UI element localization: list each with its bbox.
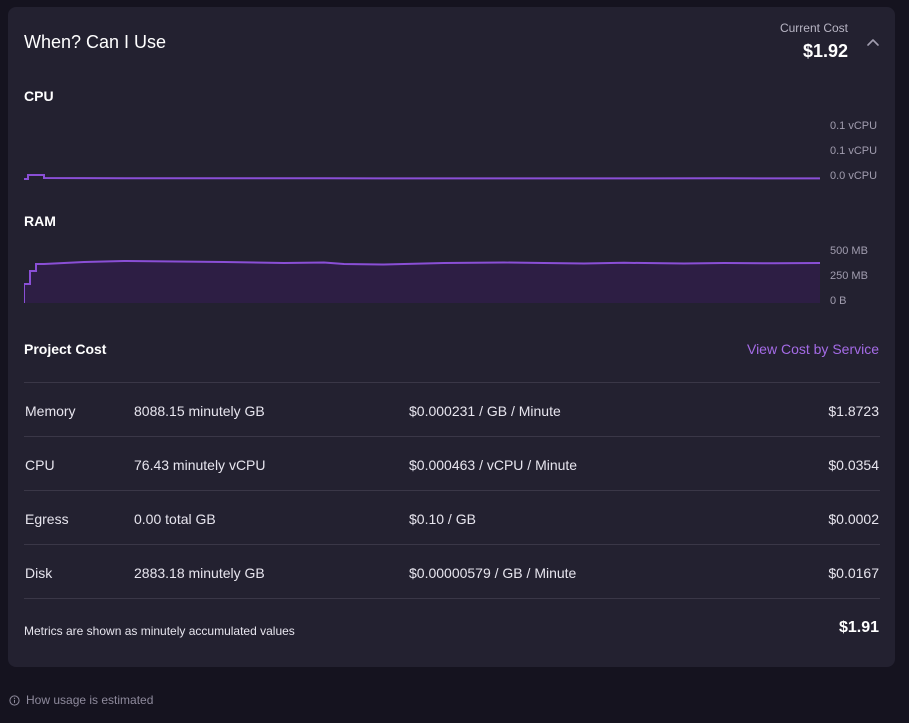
row-rate: $0.10 / GB [409, 511, 476, 527]
row-name: Egress [25, 511, 69, 527]
row-usage: 76.43 minutely vCPU [134, 457, 266, 473]
cpu-tick-mid: 0.1 vCPU [830, 145, 877, 157]
metrics-footnote: Metrics are shown as minutely accumulate… [24, 624, 295, 638]
view-cost-by-service-link[interactable]: View Cost by Service [747, 341, 879, 357]
current-cost-value: $1.92 [802, 41, 848, 61]
table-row: Memory 8088.15 minutely GB $0.000231 / G… [24, 383, 880, 437]
how-usage-estimated-link[interactable]: How usage is estimated [9, 693, 153, 707]
table-row: Egress 0.00 total GB $0.10 / GB $0.0002 [24, 491, 880, 545]
row-total: $1.8723 [828, 403, 879, 419]
grand-total: $1.91 [838, 619, 879, 636]
row-usage: 0.00 total GB [134, 511, 216, 527]
cpu-tick-bottom: 0.0 vCPU [830, 170, 877, 182]
cost-table: Memory 8088.15 minutely GB $0.000231 / G… [24, 382, 880, 599]
ram-usage-area [24, 261, 820, 303]
cpu-chart: 0.1 vCPU 0.1 vCPU 0.0 vCPU [24, 120, 877, 182]
usage-card: When? Can I Use Current Cost $1.92 CPU 0… [8, 7, 895, 667]
cpu-tick-top: 0.1 vCPU [830, 120, 877, 132]
row-rate: $0.00000579 / GB / Minute [409, 565, 577, 581]
how-usage-estimated-label: How usage is estimated [26, 693, 154, 707]
info-circle-icon [9, 694, 20, 706]
project-cost-title: Project Cost [24, 341, 107, 357]
ram-tick-top: 500 MB [830, 245, 868, 257]
row-total: $0.0167 [828, 565, 879, 581]
collapse-button[interactable] [865, 35, 881, 49]
ram-tick-mid: 250 MB [830, 270, 868, 282]
ram-tick-bottom: 0 B [830, 295, 847, 307]
row-rate: $0.000231 / GB / Minute [409, 403, 561, 419]
ram-chart: 500 MB 250 MB 0 B [24, 245, 868, 307]
row-usage: 2883.18 minutely GB [134, 565, 265, 581]
chevron-up-icon [867, 39, 879, 46]
cpu-chart-label: CPU [24, 88, 54, 104]
row-total: $0.0002 [828, 511, 879, 527]
ram-chart-label: RAM [24, 213, 56, 229]
row-rate: $0.000463 / vCPU / Minute [409, 457, 578, 473]
table-row: CPU 76.43 minutely vCPU $0.000463 / vCPU… [24, 437, 880, 491]
card-title: When? Can I Use [24, 32, 167, 52]
row-name: Disk [25, 565, 53, 581]
cpu-usage-line [24, 174, 821, 180]
row-name: CPU [25, 457, 55, 473]
row-name: Memory [25, 403, 76, 419]
row-usage: 8088.15 minutely GB [134, 403, 265, 419]
current-cost-label: Current Cost [779, 21, 848, 35]
row-total: $0.0354 [828, 457, 879, 473]
table-row: Disk 2883.18 minutely GB $0.00000579 / G… [24, 545, 880, 599]
